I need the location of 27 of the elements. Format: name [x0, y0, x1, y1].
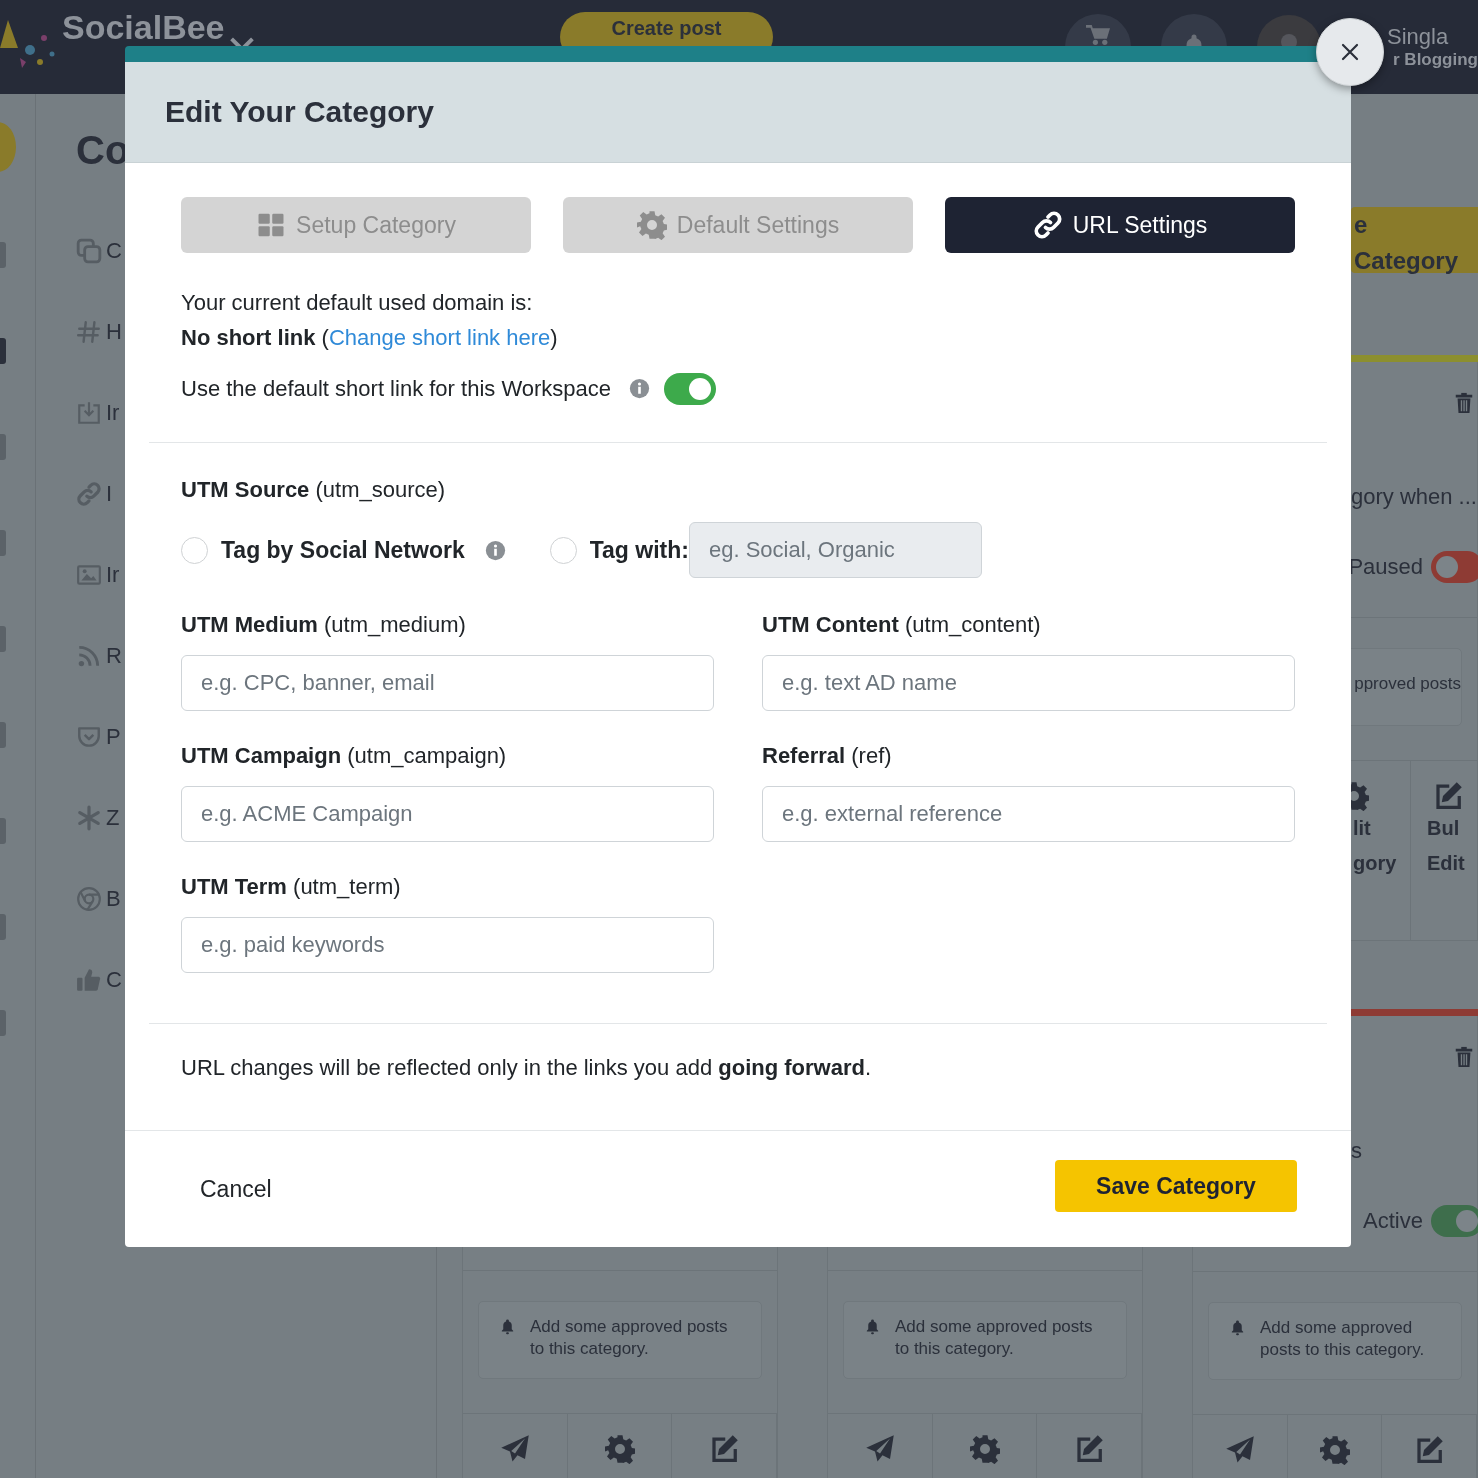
logo-text: SocialBee [62, 10, 225, 44]
field-label: UTM Term (utm_term) [181, 873, 402, 901]
notice-text: Add some approved posts to this category. [895, 1316, 1094, 1360]
user-name: Singla [1387, 23, 1450, 50]
option-label: Tag by Social Network [221, 535, 465, 565]
status-label: Paused [1348, 553, 1423, 581]
action-label: lit gory [1353, 816, 1397, 876]
category-description: s [1351, 1137, 1362, 1165]
domain-text: Your current default used domain is: [181, 289, 534, 317]
section-label: UTM Source (utm_source) [181, 476, 447, 504]
notice-text: Add some approved posts to this category. [530, 1316, 729, 1360]
toggle-label: Use the default short link for this Workspace [181, 375, 611, 403]
short-link-text: No short link ( [181, 324, 329, 352]
field-label: UTM Campaign (utm_campaign) [181, 742, 508, 770]
status-label: Active [1363, 1207, 1423, 1235]
field-label: UTM Medium (utm_medium) [181, 611, 467, 639]
info-note: URL changes will be reflected only in the links you add going forward. [181, 1054, 873, 1082]
option-label: Tag with: [589, 535, 689, 565]
category-description: gory when ... [1351, 483, 1477, 511]
field-label: UTM Content (utm_content) [762, 611, 1042, 639]
workspace-name: r Blogging [1393, 50, 1478, 71]
modal-title: Edit Your Category [165, 94, 434, 130]
bracket-text: ) [550, 324, 558, 352]
action-label: Bul Edit [1427, 816, 1465, 876]
field-label: Referral (ref) [762, 742, 893, 770]
notice-text: pproved posts [1354, 673, 1461, 695]
notice-text: Add some approved posts to this category. [1260, 1317, 1426, 1361]
